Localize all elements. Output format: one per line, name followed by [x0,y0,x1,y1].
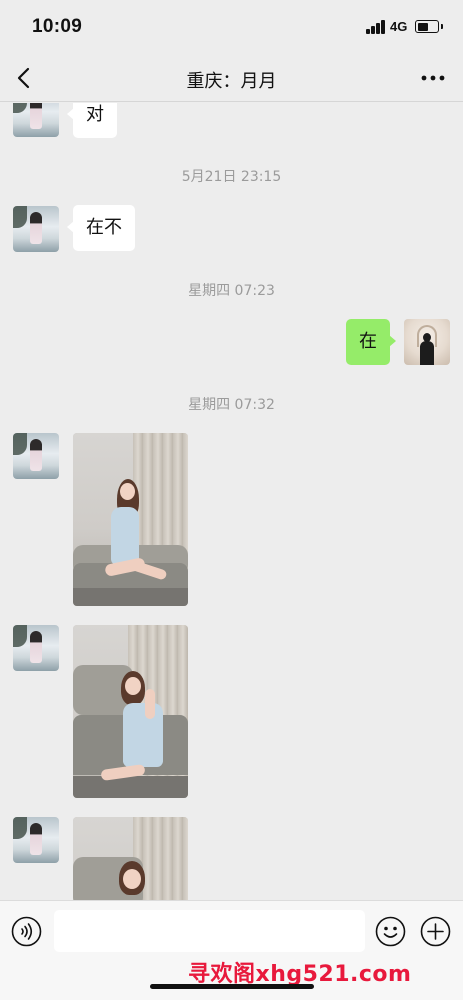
status-bar: 10:09 4G [0,0,463,56]
status-time: 10:09 [32,16,83,37]
photo-message[interactable] [73,433,188,606]
more-dots-icon[interactable] [421,68,445,88]
timestamp: 星期四 07:32 [188,397,275,413]
message-bubble-left[interactable]: 在不 [67,205,135,251]
photo-message[interactable] [73,625,188,798]
home-indicator [150,984,314,989]
voice-icon[interactable] [11,916,42,951]
chat-title: 重庆：月月 [186,71,277,92]
avatar[interactable] [13,103,59,137]
avatar[interactable] [13,625,59,671]
emoji-icon[interactable] [375,916,406,951]
network-label: 4G [390,19,408,34]
message-bubble-right[interactable]: 在 [346,319,396,365]
photo-message[interactable] [73,817,188,900]
nav-bar: 重庆：月月 [0,56,463,102]
avatar[interactable] [13,817,59,863]
avatar[interactable] [404,319,450,365]
battery-icon [415,20,443,33]
timestamp: 5月21日 23:15 [181,169,282,185]
message-input[interactable] [54,910,365,952]
avatar[interactable] [13,433,59,479]
avatar[interactable] [13,206,59,252]
plus-icon[interactable] [420,916,451,951]
signal-icon [366,20,386,34]
timestamp: 星期四 07:23 [188,283,275,299]
chat-list[interactable]: 对 5月21日 23:15 在不 星期四 07:23 在 星期四 07:32 [0,103,463,900]
message-bubble-left[interactable]: 对 [67,103,117,138]
